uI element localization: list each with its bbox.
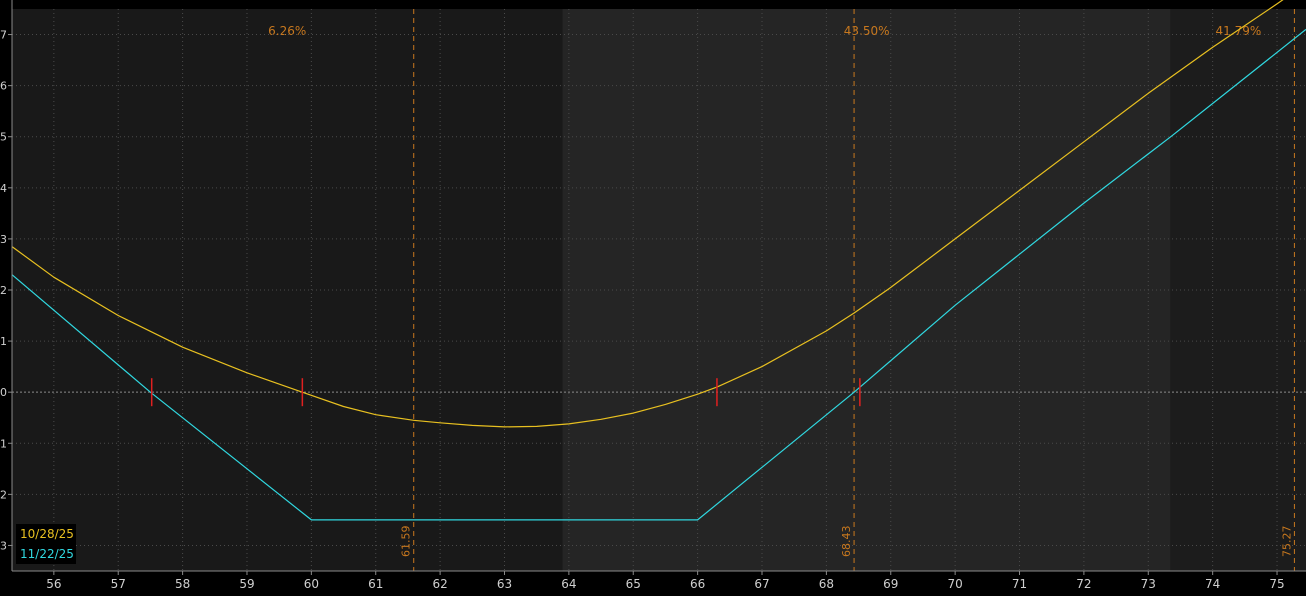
probability-zones: 6.26% 43.50% 41.79% [12,9,1306,571]
x-tick-label: 63 [497,577,512,591]
risk-profile-chart: 6.26% 43.50% 41.79% 61.59 68.43 75.27 56 57 58… [0,0,1306,596]
x-tick-label: 58 [175,577,190,591]
probability-zone [1170,9,1306,571]
x-tick-label: 61 [368,577,383,591]
legend-entry: 10/28/25 [20,527,74,541]
legend: 10/28/25 11/22/25 [16,524,76,564]
probability-zone-label: 41.79% [1216,24,1262,38]
x-tick-label: 69 [883,577,898,591]
x-tick-label: 75 [1269,577,1284,591]
x-tick-label: 64 [561,577,576,591]
x-tick-label: 70 [947,577,962,591]
y-tick-label: 5 [0,131,7,144]
y-tick-label: 3 [0,233,7,246]
y-tick-label: -3 [0,539,7,552]
x-tick-label: 68 [819,577,834,591]
y-tick-label: 0 [0,386,7,399]
probability-zone [12,9,563,571]
x-tick-label: 57 [111,577,126,591]
y-tick-label: 4 [0,182,7,195]
x-tick-label: 66 [690,577,705,591]
y-tick-label: -2 [0,488,7,501]
probability-zone-label: 6.26% [268,24,306,38]
y-tick-label: 2 [0,284,7,297]
x-tick-label: 72 [1076,577,1091,591]
y-tick-label: 7 [0,29,7,42]
reference-line-label: 75.27 [1280,526,1293,558]
x-tick-label: 74 [1205,577,1220,591]
x-tick-label: 67 [754,577,769,591]
x-tick-label: 60 [304,577,319,591]
probability-zone [562,9,1171,571]
legend-entry: 11/22/25 [20,547,74,561]
probability-zone-label: 43.50% [844,24,890,38]
reference-line-label: 68.43 [840,526,853,558]
reference-line-label: 61.59 [400,526,413,558]
y-tick-label: -1 [0,437,7,450]
x-tick-label: 62 [432,577,447,591]
x-tick-label: 59 [239,577,254,591]
x-tick-label: 65 [626,577,641,591]
x-tick-label: 73 [1141,577,1156,591]
x-tick-label: 56 [46,577,61,591]
x-tick-label: 71 [1012,577,1027,591]
y-tick-label: 1 [0,335,7,348]
y-tick-label: 6 [0,80,7,93]
